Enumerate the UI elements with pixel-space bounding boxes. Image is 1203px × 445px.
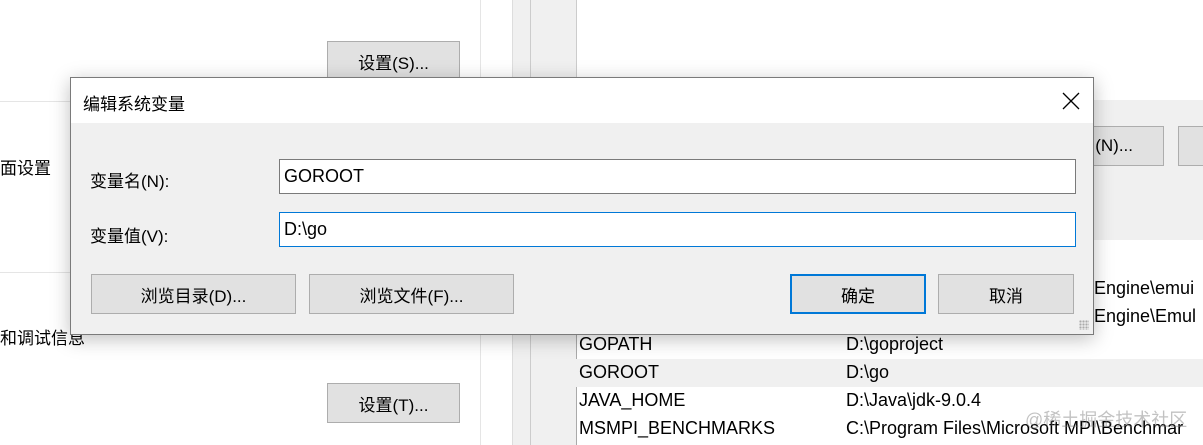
var-value: D:\go — [846, 362, 890, 382]
desktop-settings-label: 面设置 — [0, 159, 51, 178]
var-name: GOROOT — [579, 362, 659, 382]
cancel-button[interactable]: 取消 — [938, 274, 1074, 314]
var-name: JAVA_HOME — [579, 390, 686, 410]
var-value: D:\Java\jdk-9.0.4 — [846, 390, 982, 410]
name-label: 变量名(N): — [90, 172, 170, 191]
variable-name-input[interactable]: GOROOT — [279, 159, 1076, 194]
close-icon — [1062, 92, 1080, 110]
partial-value: Engine\Emul — [1094, 306, 1197, 326]
dialog-title: 编辑系统变量 — [83, 95, 185, 114]
browse-directory-button[interactable]: 浏览目录(D)... — [91, 274, 296, 314]
var-name: GOPATH — [579, 334, 653, 354]
edit-variable-dialog: 编辑系统变量 变量名(N): GOROOT 变量值(V): D:\go 浏览目录… — [70, 77, 1094, 335]
table-row[interactable]: GOPATH D:\goproject — [576, 331, 1203, 359]
table-row[interactable]: GOROOT D:\go — [576, 359, 1203, 387]
var-value: D:\goproject — [846, 334, 944, 354]
variable-value-input[interactable]: D:\go — [279, 212, 1076, 247]
value-label: 变量值(V): — [90, 227, 169, 246]
var-name: MSMPI_BENCHMARKS — [579, 418, 776, 438]
watermark: @稀土掘金技术社区 — [1025, 410, 1188, 430]
edit-button[interactable] — [1178, 126, 1203, 166]
partial-value: Engine\emui — [1094, 278, 1195, 298]
close-button[interactable] — [1049, 84, 1093, 118]
browse-file-button[interactable]: 浏览文件(F)... — [309, 274, 514, 314]
settings-t-button[interactable]: 设置(T)... — [327, 383, 460, 423]
title-bar: 编辑系统变量 — [71, 78, 1093, 123]
settings-s-button[interactable]: 设置(S)... — [327, 41, 460, 81]
ok-button[interactable]: 确定 — [790, 274, 926, 314]
resize-grip-icon[interactable] — [1079, 320, 1089, 330]
